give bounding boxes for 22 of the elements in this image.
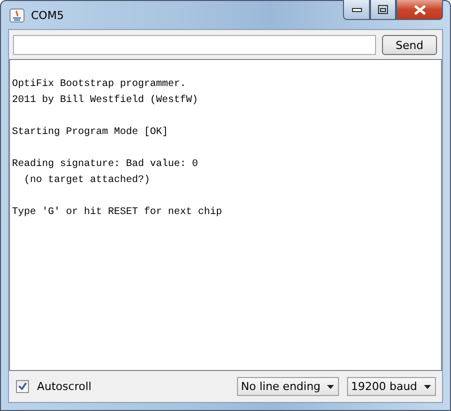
maximize-button[interactable] [370,0,396,20]
console-line: 2011 by Bill Westfield (WestfW) [12,94,200,108]
console-line: OptiFix Bootstrap programmer. [12,78,188,92]
minimize-icon [352,8,362,12]
console-line: (no target attached?) [23,174,152,188]
console-line: Type 'G' or hit RESET for next chip [12,206,224,220]
close-icon [414,4,426,14]
app-icon [9,7,25,23]
caret-icon [424,384,431,388]
send-button[interactable]: Send [382,35,437,55]
autoscroll-label: Autoscroll [37,380,92,393]
close-button[interactable] [396,0,443,20]
line-ending-dropdown[interactable]: No line ending [237,377,339,396]
console-line: Starting Program Mode [OK] [12,126,170,140]
baud-rate-dropdown[interactable]: 19200 baud [347,377,436,396]
maximize-icon [378,5,388,14]
window-title: COM5 [31,8,65,22]
caret-icon [327,384,334,388]
autoscroll-checkbox[interactable] [16,380,29,393]
minimize-button[interactable] [343,0,370,20]
send-input-field[interactable] [13,35,376,55]
console-line: Reading signature: Bad value: 0 [12,158,200,172]
